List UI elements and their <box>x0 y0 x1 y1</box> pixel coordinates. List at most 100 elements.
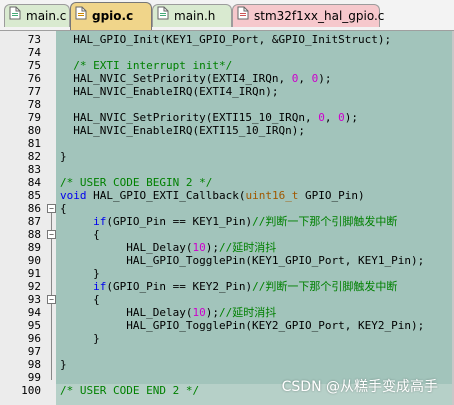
code-comment: /* EXTI interrupt init*/ <box>60 59 233 72</box>
code-token: } <box>60 332 100 345</box>
code-line[interactable]: 82} <box>0 150 454 163</box>
code-line[interactable]: 95 HAL_GPIO_TogglePin(KEY2_GPIO_Port, KE… <box>0 319 454 332</box>
line-number: 81 <box>27 137 41 150</box>
code-line[interactable]: 92 if(GPIO_Pin == KEY2_Pin)//判断一下那个引脚触发中… <box>0 280 454 293</box>
code-line[interactable]: 87 if(GPIO_Pin == KEY1_Pin)//判断一下那个引脚触发中… <box>0 215 454 228</box>
code-line[interactable]: 76 HAL_NVIC_SetPriority(EXTI4_IRQn, 0, 0… <box>0 72 454 85</box>
code-line[interactable]: 98} <box>0 358 454 371</box>
line-number: 79 <box>27 111 41 124</box>
tab-gpio-c[interactable]: gpio.c <box>70 2 152 30</box>
code-token: HAL_GPIO_Init(KEY1_GPIO_Port, &GPIO_Init… <box>60 33 392 46</box>
code-comment: //延时消抖 <box>218 306 277 319</box>
code-token: ); <box>344 111 359 124</box>
code-line[interactable]: 90 HAL_GPIO_TogglePin(KEY1_GPIO_Port, KE… <box>0 254 454 267</box>
code-line[interactable]: 91 } <box>0 267 454 280</box>
fold-toggle-icon[interactable]: − <box>47 230 56 239</box>
code-text: /* USER CODE END 2 */ <box>60 384 199 397</box>
line-number: 95 <box>27 319 41 332</box>
code-token: , <box>298 72 312 85</box>
line-number: 97 <box>27 345 41 358</box>
code-token: HAL_NVIC_EnableIRQ(EXTI4_IRQn); <box>60 85 279 98</box>
code-comment: /* USER CODE END 2 */ <box>60 384 200 397</box>
line-number: 88 <box>27 228 41 241</box>
code-token: HAL_NVIC_EnableIRQ(EXTI15_10_IRQn); <box>60 124 306 137</box>
tab-label: stm32f1xx_hal_gpio.c <box>254 9 385 23</box>
line-number: 73 <box>27 33 41 46</box>
file-icon <box>237 5 249 28</box>
code-line[interactable]: 83 <box>0 163 454 176</box>
code-token: { <box>60 228 100 241</box>
code-number: 10 <box>192 306 206 319</box>
code-text: HAL_GPIO_TogglePin(KEY1_GPIO_Port, KEY1_… <box>60 254 424 267</box>
code-token: } <box>60 267 100 280</box>
code-text: HAL_GPIO_TogglePin(KEY2_GPIO_Port, KEY2_… <box>60 319 424 332</box>
code-line[interactable]: 75 /* EXTI interrupt init*/ <box>0 59 454 72</box>
code-text: HAL_Delay(10);//延时消抖 <box>60 241 276 254</box>
code-text: } <box>60 267 100 280</box>
tab-main-h[interactable]: main.h <box>152 4 232 27</box>
line-number: 92 <box>27 280 41 293</box>
code-line[interactable]: 96 } <box>0 332 454 345</box>
code-number: 10 <box>192 241 206 254</box>
code-line[interactable]: 89 HAL_Delay(10);//延时消抖 <box>0 241 454 254</box>
code-line[interactable]: 74 <box>0 46 454 59</box>
code-token: HAL_GPIO_EXTI_Callback( <box>86 189 246 202</box>
code-comment: /* USER CODE BEGIN 2 */ <box>60 176 213 189</box>
code-number: 0 <box>338 111 345 124</box>
code-token: ); <box>205 241 219 254</box>
code-line[interactable]: 86−{ <box>0 202 454 215</box>
fold-toggle-icon[interactable]: − <box>47 204 56 213</box>
code-text: HAL_Delay(10);//延时消抖 <box>60 306 276 319</box>
code-line[interactable]: 88− { <box>0 228 454 241</box>
code-token: (GPIO_Pin == KEY1_Pin) <box>106 215 253 228</box>
tab-label: main.h <box>174 9 216 23</box>
code-text: } <box>60 332 100 345</box>
code-line[interactable]: 78 <box>0 98 454 111</box>
code-line[interactable]: 77 HAL_NVIC_EnableIRQ(EXTI4_IRQn); <box>0 85 454 98</box>
editor-tab-bar: main.c gpio.c main.h stm32f1xx_hal_gpio.… <box>0 0 454 31</box>
code-text: HAL_GPIO_Init(KEY1_GPIO_Port, &GPIO_Init… <box>60 33 391 46</box>
code-text: HAL_NVIC_SetPriority(EXTI4_IRQn, 0, 0); <box>60 72 332 85</box>
code-token: GPIO_Pin) <box>298 189 365 202</box>
line-number: 96 <box>27 332 41 345</box>
line-number: 87 <box>27 215 41 228</box>
code-token: { <box>60 202 67 215</box>
code-token: HAL_GPIO_TogglePin(KEY1_GPIO_Port, KEY1_… <box>60 254 425 267</box>
code-line[interactable]: 94 HAL_Delay(10);//延时消抖 <box>0 306 454 319</box>
tab-stm32f1xx-hal-gpio-c[interactable]: stm32f1xx_hal_gpio.c <box>232 4 384 28</box>
code-text: void HAL_GPIO_EXTI_Callback(uint16_t GPI… <box>60 189 365 202</box>
code-token: ); <box>205 306 219 319</box>
fold-toggle-icon[interactable]: − <box>47 295 56 304</box>
code-text: } <box>60 358 67 371</box>
code-comment: //判断一下那个引脚触发中断 <box>252 280 398 293</box>
code-text: if(GPIO_Pin == KEY2_Pin)//判断一下那个引脚触发中断 <box>60 280 397 293</box>
code-line[interactable]: 73 HAL_GPIO_Init(KEY1_GPIO_Port, &GPIO_I… <box>0 33 454 46</box>
line-number: 82 <box>27 150 41 163</box>
line-number: 85 <box>27 189 41 202</box>
code-line[interactable]: 79 HAL_NVIC_SetPriority(EXTI15_10_IRQn, … <box>0 111 454 124</box>
code-editor[interactable]: 73 HAL_GPIO_Init(KEY1_GPIO_Port, &GPIO_I… <box>0 31 454 405</box>
line-number: 74 <box>27 46 41 59</box>
code-token: (GPIO_Pin == KEY2_Pin) <box>106 280 253 293</box>
code-line[interactable]: 84 /* USER CODE BEGIN 2 */ <box>0 176 454 189</box>
code-token: , <box>324 111 339 124</box>
code-line[interactable]: 93− { <box>0 293 454 306</box>
code-line[interactable]: 85 void HAL_GPIO_EXTI_Callback(uint16_t G… <box>0 189 454 202</box>
file-icon <box>157 5 169 28</box>
code-line[interactable]: 80 HAL_NVIC_EnableIRQ(EXTI15_10_IRQn); <box>0 124 454 137</box>
line-number: 91 <box>27 267 41 280</box>
line-number: 98 <box>27 358 41 371</box>
line-number: 99 <box>27 371 41 384</box>
code-text: HAL_NVIC_EnableIRQ(EXTI4_IRQn); <box>60 85 279 98</box>
code-token: HAL_Delay( <box>60 241 193 254</box>
code-token: HAL_Delay( <box>60 306 193 319</box>
code-keyword: void <box>60 189 87 202</box>
code-line[interactable]: 97 <box>0 345 454 358</box>
tab-main-c[interactable]: main.c <box>4 4 70 27</box>
line-number: 93 <box>27 293 41 306</box>
code-token: HAL_GPIO_TogglePin(KEY2_GPIO_Port, KEY2_… <box>60 319 425 332</box>
line-number: 83 <box>27 163 41 176</box>
code-line[interactable]: 81 <box>0 137 454 150</box>
code-token: ); <box>318 72 332 85</box>
